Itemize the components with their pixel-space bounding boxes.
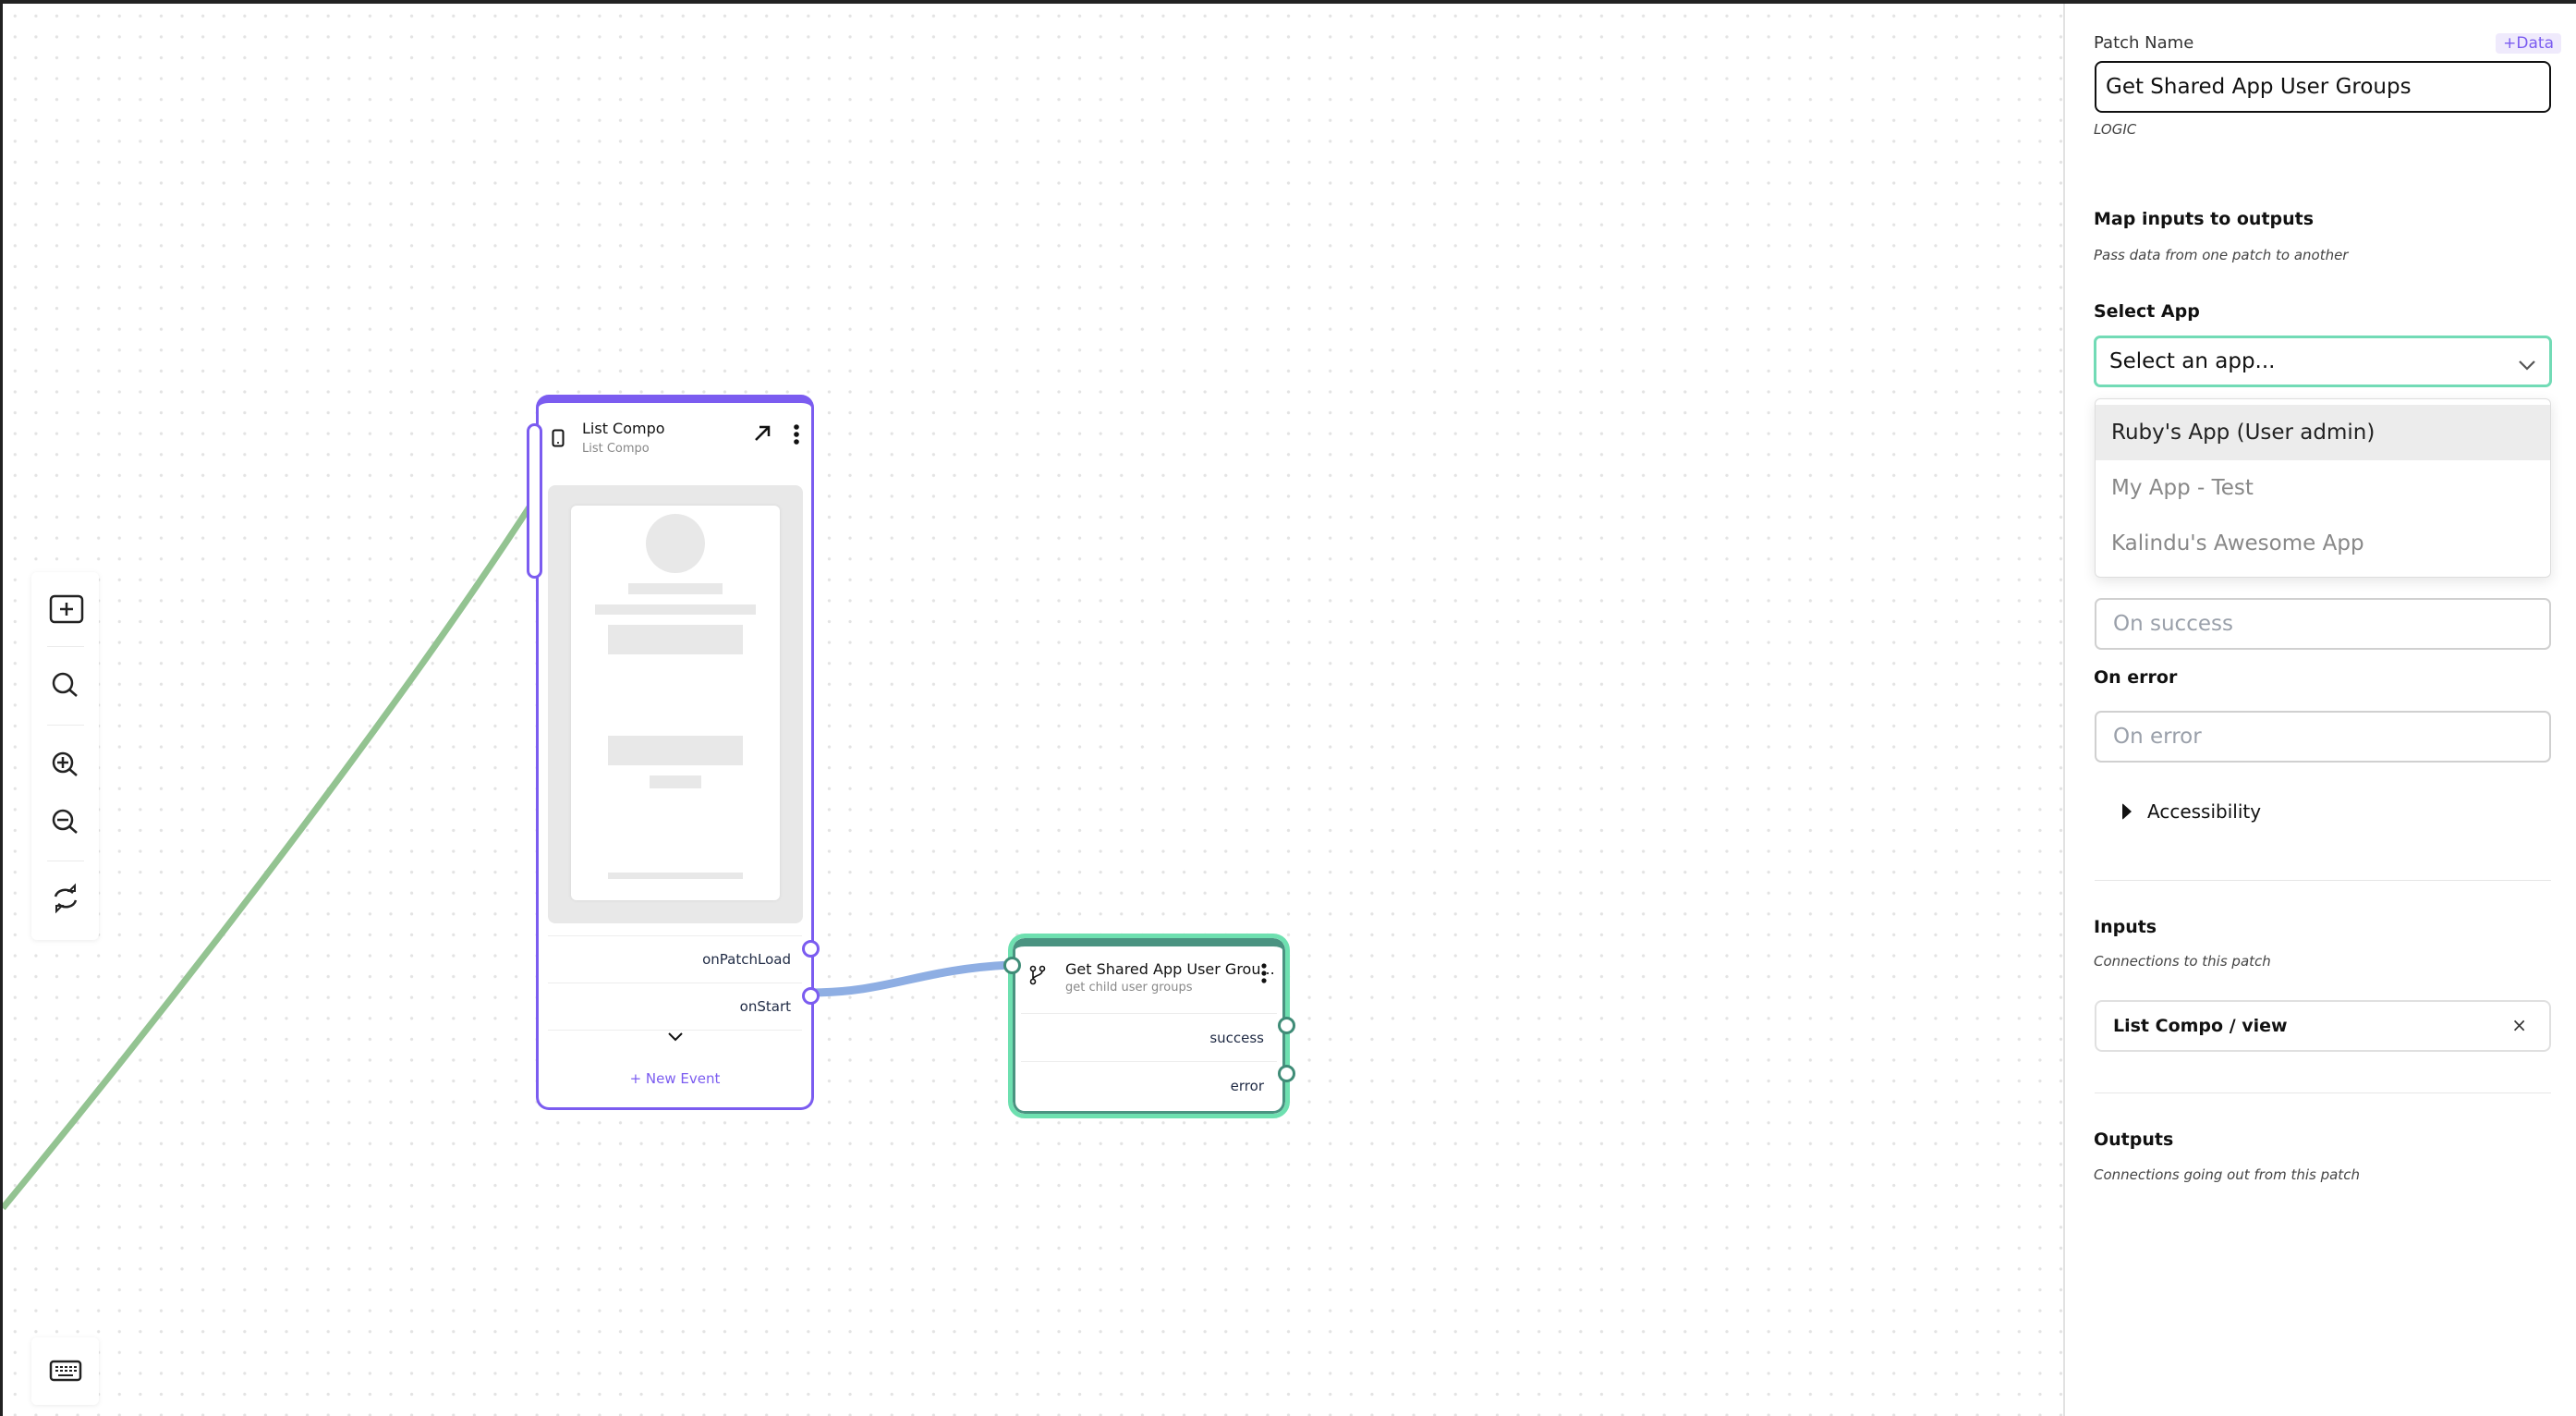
section-divider xyxy=(2095,880,2551,881)
zoom-in-button[interactable] xyxy=(31,733,99,798)
onstart-wire[interactable] xyxy=(808,960,1011,997)
logic-branch-icon xyxy=(1028,965,1047,989)
properties-panel: Patch Name +Data Get Shared App User Gro… xyxy=(2063,4,2576,1416)
on-success-input[interactable]: On success xyxy=(2095,598,2551,650)
close-icon[interactable]: × xyxy=(2511,1014,2527,1036)
more-options-icon[interactable] xyxy=(1260,962,1268,988)
event-label: onStart xyxy=(739,998,791,1015)
list-compo-node[interactable]: List Compo List Compo onPatchLoad onStar… xyxy=(536,395,814,1110)
node-header: List Compo List Compo xyxy=(539,403,811,470)
search-button[interactable] xyxy=(31,647,99,725)
port-error[interactable] xyxy=(1278,1065,1295,1082)
port-onstart[interactable] xyxy=(802,987,820,1005)
on-error-input[interactable]: On error xyxy=(2095,711,2551,763)
map-section-subtitle: Pass data from one patch to another xyxy=(2094,247,2349,263)
event-row-onstart: onStart xyxy=(548,983,802,1030)
canvas-toolbar xyxy=(31,572,99,940)
text-placeholder xyxy=(650,775,701,788)
node-title: Get Shared App User Grou... xyxy=(1065,960,1275,978)
select-app-dropdown[interactable]: Select an app... xyxy=(2094,336,2552,387)
refresh-button[interactable] xyxy=(31,861,99,935)
zoom-out-icon xyxy=(52,809,78,834)
outputs-title: Outputs xyxy=(2094,1129,2174,1150)
inputs-subtitle: Connections to this patch xyxy=(2094,953,2271,970)
toolbar-divider xyxy=(46,725,84,726)
app-option[interactable]: Kalindu's Awesome App xyxy=(2096,516,2550,571)
select-app-value: Select an app... xyxy=(2109,349,2276,373)
patch-name-label: Patch Name xyxy=(2094,33,2194,53)
output-label: error xyxy=(1230,1077,1264,1094)
keyboard-shortcuts-button[interactable] xyxy=(31,1337,99,1405)
zoom-out-button[interactable] xyxy=(31,798,99,848)
get-shared-app-user-groups-node[interactable]: Get Shared App User Grou... get child us… xyxy=(1008,934,1290,1118)
caret-right-icon xyxy=(2122,803,2132,820)
more-options-icon[interactable] xyxy=(793,423,800,449)
keyboard-icon xyxy=(49,1360,81,1381)
output-label: success xyxy=(1209,1029,1264,1046)
zoom-in-icon xyxy=(52,751,78,776)
node-body: Get Shared App User Grou... get child us… xyxy=(1013,938,1285,1114)
output-row-error: error xyxy=(1021,1061,1277,1109)
node-title: List Compo xyxy=(582,420,665,437)
node-resize-handle[interactable] xyxy=(527,423,542,579)
add-node-button[interactable] xyxy=(31,572,99,646)
open-external-icon[interactable] xyxy=(752,423,772,447)
node-subtitle: List Compo xyxy=(582,442,650,456)
on-error-label: On error xyxy=(2094,667,2178,688)
app-options-menu: Ruby's App (User admin) My App - Test Ka… xyxy=(2095,398,2551,578)
app-option[interactable]: My App - Test xyxy=(2096,460,2550,516)
app-window: List Compo List Compo onPatchLoad onStar… xyxy=(3,4,2576,1416)
inputs-title: Inputs xyxy=(2094,917,2157,937)
chevron-down-icon xyxy=(2518,353,2536,377)
event-row-onpatchload: onPatchLoad xyxy=(548,935,802,983)
wires-layer xyxy=(3,501,1011,1211)
map-section-title: Map inputs to outputs xyxy=(2094,209,2315,229)
refresh-icon xyxy=(54,883,77,914)
component-preview xyxy=(548,485,803,923)
port-input[interactable] xyxy=(1003,957,1021,974)
accessibility-label: Accessibility xyxy=(2147,800,2262,823)
text-placeholder xyxy=(595,604,756,615)
avatar-placeholder xyxy=(646,514,705,573)
search-icon xyxy=(52,672,78,697)
outputs-subtitle: Connections going out from this patch xyxy=(2094,1166,2360,1183)
select-app-label: Select App xyxy=(2094,301,2200,322)
event-label: onPatchLoad xyxy=(702,951,791,968)
block-placeholder xyxy=(608,736,743,765)
patch-canvas[interactable]: List Compo List Compo onPatchLoad onStar… xyxy=(3,4,2063,1416)
add-data-button[interactable]: +Data xyxy=(2496,33,2561,54)
patch-type-label: LOGIC xyxy=(2094,121,2137,138)
port-success[interactable] xyxy=(1278,1017,1295,1034)
accessibility-toggle[interactable]: Accessibility xyxy=(2122,800,2261,823)
output-row-success: success xyxy=(1021,1013,1277,1061)
text-placeholder xyxy=(608,873,743,879)
port-onpatchload[interactable] xyxy=(802,940,820,958)
expand-chevron-icon[interactable] xyxy=(539,1029,811,1046)
patch-name-input[interactable]: Get Shared App User Groups xyxy=(2095,61,2551,113)
mobile-device-icon xyxy=(552,429,565,451)
app-option[interactable]: Ruby's App (User admin) xyxy=(2096,405,2550,460)
text-placeholder xyxy=(628,583,723,594)
phone-preview xyxy=(571,506,780,900)
new-event-button[interactable]: + New Event xyxy=(539,1070,811,1087)
node-subtitle: get child user groups xyxy=(1065,981,1193,995)
add-node-icon xyxy=(49,594,83,624)
block-placeholder xyxy=(608,625,743,654)
input-connection-item: List Compo / view × xyxy=(2095,1000,2551,1052)
connection-label: List Compo / view xyxy=(2113,1016,2288,1036)
